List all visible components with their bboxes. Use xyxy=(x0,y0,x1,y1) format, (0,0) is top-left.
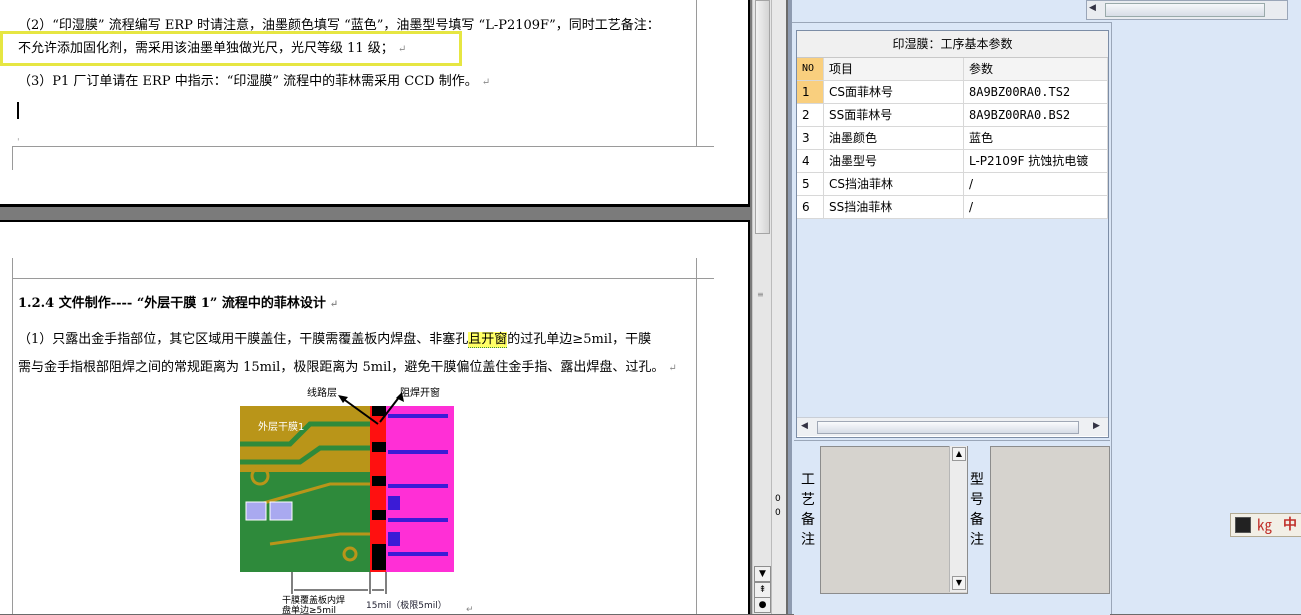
vertical-ruler: 0 0 xyxy=(771,0,786,614)
figure-label-dryfilm: 外层干膜1 xyxy=(258,422,305,433)
row-no: 6 xyxy=(797,196,824,218)
ime-chinese-label[interactable]: 中 xyxy=(1283,514,1297,536)
row-item[interactable]: 油墨颜色 xyxy=(824,127,964,149)
scrollbar-thumb[interactable] xyxy=(755,0,770,234)
crop-mark xyxy=(696,278,714,279)
paragraph-mark-small: ˌ xyxy=(17,132,20,142)
document-viewport: （2）“印湿膜” 流程编写 ERP 时请注意，油墨颜色填写 “蓝色”，油墨型号填… xyxy=(0,0,775,614)
row-no: 5 xyxy=(797,173,824,195)
margin-line-right xyxy=(696,258,697,614)
grid-header-row: NO 项目 参数 xyxy=(797,58,1108,81)
ruler-mark: 0 xyxy=(775,494,781,504)
process-notes-label: 工艺备注 xyxy=(801,472,815,548)
row-value[interactable]: / xyxy=(964,173,1108,195)
divider xyxy=(1111,22,1112,614)
table-row[interactable]: 4 油墨型号 L-P2109F 抗蚀抗电镀 xyxy=(797,150,1108,173)
process-params-grid[interactable]: 印湿膜：工序基本参数 NO 项目 参数 1 CS面菲林号 8A9BZ00RA0.… xyxy=(796,30,1109,438)
document-page-2[interactable]: 1.2.4 文件制作---- “外层干膜 1” 流程中的菲林设计 ↵ （1）只露出… xyxy=(0,220,750,614)
figure-label-circuit: 线路层 xyxy=(307,388,337,399)
ime-language-bar[interactable]: ㎏ 中 xyxy=(1230,513,1301,537)
ime-grip-icon[interactable] xyxy=(1235,517,1251,533)
scrollbar-thumb[interactable] xyxy=(817,421,1079,434)
model-notes-textbox[interactable] xyxy=(990,446,1110,594)
figure-label-solder: 阻焊开窗 xyxy=(400,388,440,399)
scroll-down-icon[interactable]: ▼ xyxy=(952,576,966,590)
section-heading[interactable]: 1.2.4 文件制作---- “外层干膜 1” 流程中的菲林设计 ↵ xyxy=(18,292,338,311)
table-row[interactable]: 5 CS挡油菲林 / xyxy=(797,173,1108,196)
ime-mode-icon[interactable]: ㎏ xyxy=(1257,514,1272,536)
select-browse-object-icon[interactable]: ● xyxy=(754,597,771,613)
doc-line[interactable]: （1）只露出金手指部位，其它区域用干膜盖住，干膜需覆盖板内焊盘、非塞孔且开窗的过… xyxy=(18,328,652,348)
row-item[interactable]: CS面菲林号 xyxy=(824,81,964,103)
figure-label-line: 盘单边≥5mil xyxy=(282,606,337,614)
grid-empty-area xyxy=(797,219,1108,417)
figure-label-line: 干膜覆盖板内焊 xyxy=(282,596,346,606)
row-no: 1 xyxy=(797,81,824,103)
panel-splitter[interactable] xyxy=(788,0,792,614)
row-item[interactable]: SS挡油菲林 xyxy=(824,196,964,218)
margin-line-right xyxy=(696,0,697,146)
table-row[interactable]: 3 油墨颜色 蓝色 xyxy=(797,127,1108,150)
table-row[interactable]: 1 CS面菲林号 8A9BZ00RA0.TS2 xyxy=(797,81,1108,104)
paragraph-mark: ↵ xyxy=(329,299,339,310)
doc-text: 的过孔单边≥5mil，干膜 xyxy=(507,332,652,347)
paragraph-mark: ↵ xyxy=(466,605,474,614)
scroll-grip-icon: ≡ xyxy=(757,290,764,299)
table-row[interactable]: 2 SS面菲林号 8A9BZ00RA0.BS2 xyxy=(797,104,1108,127)
document-page-1[interactable]: （2）“印湿膜” 流程编写 ERP 时请注意，油墨颜色填写 “蓝色”，油墨型号填… xyxy=(0,0,750,207)
paragraph-mark: ↵ xyxy=(668,363,677,374)
scroll-left-icon[interactable]: ◀ xyxy=(1089,3,1096,13)
heading-text: 1.2.4 文件制作---- “外层干膜 1” 流程中的菲林设计 xyxy=(18,296,326,311)
scrollbar-thumb[interactable] xyxy=(1105,3,1265,17)
row-item[interactable]: CS挡油菲林 xyxy=(824,173,964,195)
doc-text: （3）P1 厂订单请在 ERP 中指示：“印湿膜” 流程中的菲林需采用 CCD … xyxy=(18,74,478,89)
highlighted-text: 且开窗 xyxy=(468,332,508,348)
crop-mark xyxy=(12,258,13,278)
scroll-down-icon[interactable]: ▼ xyxy=(754,566,771,582)
row-item[interactable]: SS面菲林号 xyxy=(824,104,964,126)
doc-line[interactable]: 需与金手指根部阻焊之间的常规距离为 15mil，极限距离为 5mil，避免干膜偏… xyxy=(18,356,677,375)
crop-mark xyxy=(12,146,13,170)
annotation-highlight-box xyxy=(0,31,462,66)
row-value[interactable]: 8A9BZ00RA0.TS2 xyxy=(964,81,1108,103)
row-item[interactable]: 油墨型号 xyxy=(824,150,964,172)
margin-line-left xyxy=(12,258,13,614)
doc-text: （1）只露出金手指部位，其它区域用干膜盖住，干膜需覆盖板内焊盘、非塞孔 xyxy=(18,332,469,347)
row-no: 4 xyxy=(797,150,824,172)
scroll-up-icon[interactable]: ▲ xyxy=(952,447,966,461)
process-notes-textbox[interactable] xyxy=(820,446,968,594)
grid-title: 印湿膜：工序基本参数 xyxy=(797,31,1108,58)
figure-label-bottom-left: 干膜覆盖板内焊 盘单边≥5mil xyxy=(282,596,345,614)
row-no: 3 xyxy=(797,127,824,149)
col-header-no[interactable]: NO xyxy=(797,58,824,80)
scroll-left-icon[interactable]: ◀ xyxy=(801,421,808,431)
divider xyxy=(792,22,1112,23)
crop-mark xyxy=(696,146,714,147)
scroll-right-icon[interactable]: ▶ xyxy=(1093,421,1100,431)
grid-horizontal-scrollbar[interactable]: ◀ ▶ xyxy=(797,417,1108,436)
col-header-value[interactable]: 参数 xyxy=(964,58,1108,80)
doc-text: 需与金手指根部阻焊之间的常规距离为 15mil，极限距离为 5mil，避免干膜偏… xyxy=(18,360,665,375)
previous-page-icon[interactable]: ⇞ xyxy=(754,582,771,598)
top-horizontal-scrollbar[interactable]: ◀ xyxy=(1086,0,1288,20)
process-notes-scrollbar[interactable]: ▲ ▼ xyxy=(949,446,967,592)
col-header-item[interactable]: 项目 xyxy=(824,58,964,80)
doc-line[interactable]: （3）P1 厂订单请在 ERP 中指示：“印湿膜” 流程中的菲林需采用 CCD … xyxy=(18,70,490,89)
margin-line-top xyxy=(12,278,696,279)
row-value[interactable]: L-P2109F 抗蚀抗电镀 xyxy=(964,150,1108,172)
model-notes-label: 型号备注 xyxy=(970,472,984,548)
text-cursor xyxy=(17,102,19,119)
figure-label-bottom-right: 15mil（极限5mil） xyxy=(366,601,447,611)
table-row[interactable]: 6 SS挡油菲林 / xyxy=(797,196,1108,219)
ruler-mark: 0 xyxy=(775,508,781,518)
row-value[interactable]: / xyxy=(964,196,1108,218)
row-value[interactable]: 蓝色 xyxy=(964,127,1108,149)
document-vertical-scrollbar[interactable]: ≡ ▼ ⇞ ● xyxy=(752,0,771,614)
margin-line-bottom xyxy=(12,146,696,147)
pcb-figure: 线路层 阻焊开窗 外层干膜1 干膜覆盖板内焊 盘单边≥5mil 15mil（极限… xyxy=(230,384,480,614)
paragraph-mark: ↵ xyxy=(481,77,491,88)
row-value[interactable]: 8A9BZ00RA0.BS2 xyxy=(964,104,1108,126)
row-no: 2 xyxy=(797,104,824,126)
